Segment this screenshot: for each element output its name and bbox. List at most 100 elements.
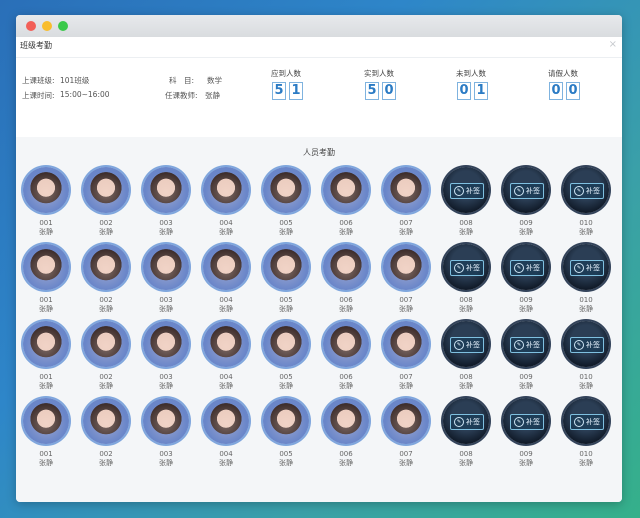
digit: 1 <box>289 82 303 100</box>
student-number: 003 <box>159 450 173 458</box>
student-card[interactable]: 001 张静 <box>20 398 72 468</box>
resign-button[interactable]: ✎ 补签 <box>450 183 484 199</box>
student-number: 008 <box>459 450 473 458</box>
resign-button[interactable]: ✎ 补签 <box>570 183 604 199</box>
student-card[interactable]: ✎ 补签 009 张静 <box>500 321 552 391</box>
student-card[interactable]: 005 张静 <box>260 167 312 237</box>
resign-button[interactable]: ✎ 补签 <box>510 260 544 276</box>
student-card[interactable]: 006 张静 <box>320 321 372 391</box>
student-card[interactable]: 002 张静 <box>80 398 132 468</box>
student-number: 005 <box>279 219 293 227</box>
student-card[interactable]: 005 张静 <box>260 398 312 468</box>
resign-icon: ✎ <box>514 340 524 350</box>
student-number: 002 <box>99 450 113 458</box>
student-card[interactable]: ✎ 补签 008 张静 <box>440 244 492 314</box>
avatar <box>23 244 69 290</box>
student-card[interactable]: 002 张静 <box>80 167 132 237</box>
student-card[interactable]: 006 张静 <box>320 167 372 237</box>
avatar: ✎ 补签 <box>563 398 609 444</box>
student-card[interactable]: 001 张静 <box>20 167 72 237</box>
student-card[interactable]: 004 张静 <box>200 398 252 468</box>
student-card[interactable]: 003 张静 <box>140 398 192 468</box>
student-name: 张静 <box>399 305 413 313</box>
student-card[interactable]: 007 张静 <box>380 398 432 468</box>
class-value: 101班级 <box>60 76 90 85</box>
student-number: 006 <box>339 296 353 304</box>
resign-button[interactable]: ✎ 补签 <box>450 414 484 430</box>
resign-button[interactable]: ✎ 补签 <box>510 337 544 353</box>
student-name: 张静 <box>159 305 173 313</box>
student-card[interactable]: 006 张静 <box>320 398 372 468</box>
window-close-button[interactable] <box>26 21 36 31</box>
resign-label: 补签 <box>466 264 480 272</box>
student-number: 009 <box>519 296 533 304</box>
student-card[interactable]: 005 张静 <box>260 321 312 391</box>
resign-button[interactable]: ✎ 补签 <box>450 337 484 353</box>
student-number: 010 <box>579 219 593 227</box>
avatar: ✎ 补签 <box>443 398 489 444</box>
student-card[interactable]: 007 张静 <box>380 321 432 391</box>
student-card[interactable]: ✎ 补签 008 张静 <box>440 321 492 391</box>
student-card[interactable]: 004 张静 <box>200 167 252 237</box>
avatar <box>383 244 429 290</box>
student-number: 001 <box>39 296 53 304</box>
avatar: ✎ 补签 <box>443 244 489 290</box>
student-card[interactable]: 004 张静 <box>200 321 252 391</box>
resign-icon: ✎ <box>454 417 464 427</box>
student-number: 004 <box>219 450 233 458</box>
student-card[interactable]: 003 张静 <box>140 244 192 314</box>
student-card[interactable]: 007 张静 <box>380 244 432 314</box>
student-card[interactable]: ✎ 补签 010 张静 <box>560 244 612 314</box>
avatar: ✎ 补签 <box>503 398 549 444</box>
student-name: 张静 <box>519 459 533 467</box>
resign-button[interactable]: ✎ 补签 <box>570 260 604 276</box>
avatar: ✎ 补签 <box>503 167 549 213</box>
close-icon[interactable]: × <box>609 39 617 50</box>
student-card[interactable]: ✎ 补签 008 张静 <box>440 167 492 237</box>
avatar: ✎ 补签 <box>563 321 609 367</box>
student-card[interactable]: 001 张静 <box>20 321 72 391</box>
student-card[interactable]: ✎ 补签 009 张静 <box>500 398 552 468</box>
student-name: 张静 <box>579 459 593 467</box>
avatar <box>83 167 129 213</box>
student-card[interactable]: 002 张静 <box>80 321 132 391</box>
window-minimize-button[interactable] <box>42 21 52 31</box>
absent-count-label: 未到人数 <box>456 69 486 78</box>
resign-button[interactable]: ✎ 补签 <box>510 183 544 199</box>
student-card[interactable]: 006 张静 <box>320 244 372 314</box>
avatar <box>263 398 309 444</box>
digit: 0 <box>382 82 396 100</box>
avatar: ✎ 补签 <box>503 244 549 290</box>
resign-button[interactable]: ✎ 补签 <box>570 337 604 353</box>
student-card[interactable]: 002 张静 <box>80 244 132 314</box>
student-number: 007 <box>399 219 413 227</box>
student-card[interactable]: 007 张静 <box>380 167 432 237</box>
avatar <box>323 321 369 367</box>
student-card[interactable]: 005 张静 <box>260 244 312 314</box>
student-number: 005 <box>279 296 293 304</box>
student-name: 张静 <box>99 382 113 390</box>
student-card[interactable]: ✎ 补签 010 张静 <box>560 167 612 237</box>
student-number: 008 <box>459 219 473 227</box>
student-card[interactable]: ✎ 补签 009 张静 <box>500 167 552 237</box>
digit: 0 <box>457 82 471 100</box>
student-number: 001 <box>39 373 53 381</box>
teacher-value: 张静 <box>205 91 220 100</box>
student-card[interactable]: ✎ 补签 009 张静 <box>500 244 552 314</box>
digit: 0 <box>549 82 563 100</box>
resign-button[interactable]: ✎ 补签 <box>570 414 604 430</box>
student-card[interactable]: 004 张静 <box>200 244 252 314</box>
student-name: 张静 <box>159 228 173 236</box>
resign-button[interactable]: ✎ 补签 <box>450 260 484 276</box>
student-card[interactable]: ✎ 补签 010 张静 <box>560 321 612 391</box>
resign-icon: ✎ <box>574 263 584 273</box>
student-card[interactable]: ✎ 补签 008 张静 <box>440 398 492 468</box>
student-card[interactable]: 003 张静 <box>140 321 192 391</box>
student-card[interactable]: 003 张静 <box>140 167 192 237</box>
resign-button[interactable]: ✎ 补签 <box>510 414 544 430</box>
window-maximize-button[interactable] <box>58 21 68 31</box>
student-card[interactable]: ✎ 补签 010 张静 <box>560 398 612 468</box>
resign-icon: ✎ <box>514 417 524 427</box>
student-name: 张静 <box>159 459 173 467</box>
student-card[interactable]: 001 张静 <box>20 244 72 314</box>
